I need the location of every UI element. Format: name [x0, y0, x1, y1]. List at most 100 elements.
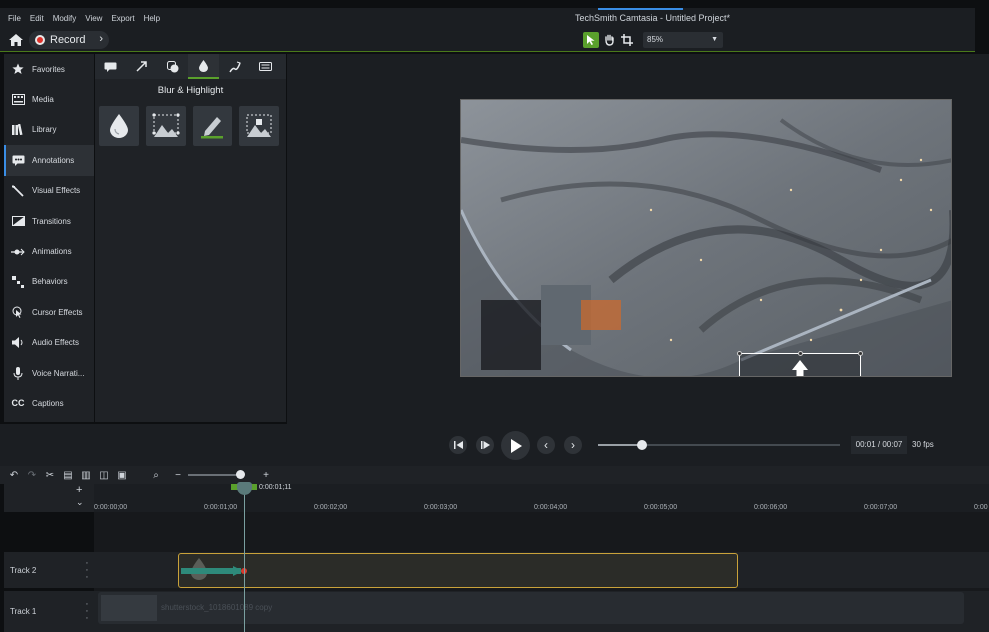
spotlight-icon[interactable]	[145, 106, 186, 146]
sidebar-item-label: Animations	[32, 247, 72, 257]
canvas-area[interactable]	[287, 54, 989, 424]
add-track-icon[interactable]: +	[76, 484, 82, 496]
video-preview[interactable]	[460, 99, 952, 377]
playhead-line	[244, 484, 245, 632]
blur-icon[interactable]	[188, 54, 219, 79]
captions-icon: CC	[11, 398, 25, 409]
menu-file[interactable]: File	[8, 14, 21, 23]
collapse-tracks-icon[interactable]: ⌄	[76, 497, 84, 508]
cut-icon[interactable]: ✂	[44, 469, 56, 481]
resize-handle[interactable]	[858, 351, 863, 356]
move-arrows-icon	[740, 354, 860, 376]
interactive-hotspot-icon[interactable]	[239, 106, 279, 146]
ruler-tick-label: 0:00:04;00	[534, 504, 568, 511]
pan-hand-icon[interactable]	[601, 32, 617, 48]
paste-icon[interactable]: ▥	[80, 469, 92, 481]
media-clip-label: shutterstock_1018601089 copy	[161, 603, 273, 612]
snapshot-icon[interactable]: ▣	[116, 469, 128, 481]
shape-icon[interactable]	[157, 54, 188, 79]
menu-view[interactable]: View	[85, 14, 102, 23]
highlight-pen-icon[interactable]	[192, 106, 233, 146]
record-label: Record	[50, 34, 86, 46]
step-forward-button[interactable]	[476, 436, 494, 454]
zoom-dropdown[interactable]: 85% ▼	[643, 32, 723, 48]
redo-icon[interactable]: ↷	[26, 469, 38, 481]
sidebar-item-behaviors[interactable]: Behaviors	[4, 267, 94, 297]
step-forward-icon	[480, 441, 490, 449]
sidebar-item-label: Behaviors	[32, 277, 68, 287]
sidebar-item-annotations[interactable]: Annotations	[4, 145, 94, 176]
resize-handle[interactable]	[737, 351, 742, 356]
menu-help[interactable]: Help	[144, 14, 160, 23]
blur-annotation-clip[interactable]	[178, 553, 738, 588]
annotations-panel: Blur & Highlight	[95, 54, 286, 422]
track-header-track-1[interactable]: Track 1 ◦ ◦ ◦	[4, 591, 94, 632]
sidebar-item-label: Cursor Effects	[32, 307, 83, 317]
sidebar-item-voice-narration[interactable]: Voice Narrati...	[4, 358, 94, 388]
copy-icon[interactable]: ▤	[62, 469, 74, 481]
play-icon	[510, 438, 522, 453]
arrow-icon[interactable]	[126, 54, 157, 79]
speaker-icon	[10, 336, 26, 350]
playhead-time: 0:00:01;11	[259, 484, 292, 491]
library-icon	[10, 123, 26, 137]
cursor-icon	[10, 305, 26, 319]
sidebar-item-captions[interactable]: CC Captions	[4, 388, 94, 418]
sidebar-item-cursor-effects[interactable]: Cursor Effects	[4, 297, 94, 327]
sidebar-item-transitions[interactable]: Transitions	[4, 206, 94, 236]
ruler-tick-label: 0:00:00;00	[94, 504, 128, 511]
ruler-tick-label: 0:00:05;00	[644, 504, 678, 511]
next-marker-button[interactable]: ›	[564, 436, 582, 454]
sidebar-item-library[interactable]: Library	[4, 115, 94, 145]
callout-icon[interactable]	[95, 54, 126, 79]
track-options-icon[interactable]: ◦ ◦ ◦	[86, 560, 88, 581]
sketch-icon[interactable]	[219, 54, 250, 79]
timeline-ruler[interactable]: 0:00:00;00 0:00:01;00 0:00:02;00 0:00:03;00…	[94, 484, 989, 512]
previous-marker-button[interactable]: ‹	[537, 436, 555, 454]
title-accent-line	[598, 8, 683, 10]
menu-modify[interactable]: Modify	[53, 14, 77, 23]
annotation-icon	[10, 153, 26, 167]
annotation-tiles	[95, 106, 286, 146]
track-header-track-2[interactable]: Track 2 ◦ ◦ ◦	[4, 552, 94, 588]
zoom-search-icon[interactable]: ⌕	[150, 469, 162, 481]
zoom-in-icon[interactable]: +	[260, 469, 272, 481]
sidebar-item-label: Annotations	[32, 155, 75, 165]
blur-drop-icon[interactable]	[99, 106, 139, 146]
media-clip[interactable]: shutterstock_1018601089 copy	[98, 592, 964, 624]
zoom-out-icon[interactable]: −	[172, 469, 184, 481]
track-options-icon[interactable]: ◦ ◦ ◦	[86, 601, 88, 622]
menu-edit[interactable]: Edit	[30, 14, 44, 23]
timeline-zoom-knob[interactable]	[235, 470, 245, 479]
sidebar-item-favorites[interactable]: Favorites	[4, 54, 94, 84]
home-icon[interactable]	[8, 33, 24, 47]
play-button[interactable]	[501, 431, 530, 460]
blur-selection-box[interactable]	[737, 351, 863, 376]
chevron-right-icon: ›	[571, 438, 575, 452]
ruler-tick-label: 0:00	[974, 504, 988, 511]
menu-export[interactable]: Export	[111, 14, 134, 23]
playback-scrubber[interactable]	[598, 440, 840, 450]
step-back-button[interactable]	[449, 436, 467, 454]
zoom-value: 85%	[647, 35, 664, 44]
sidebar-item-animations[interactable]: Animations	[4, 236, 94, 266]
sidebar-item-visual-effects[interactable]: Visual Effects	[4, 176, 94, 206]
split-icon[interactable]: ◫	[98, 469, 110, 481]
record-button[interactable]: Record ›	[29, 31, 109, 49]
sidebar-item-label: Captions	[32, 398, 64, 408]
sidebar-item-media[interactable]: Media	[4, 84, 94, 114]
microphone-icon	[10, 366, 26, 380]
blur-drop-icon	[181, 558, 247, 580]
keyboard-icon[interactable]	[250, 54, 281, 79]
resize-handle[interactable]	[798, 351, 803, 356]
select-tool-icon[interactable]	[583, 32, 599, 48]
undo-icon[interactable]: ↶	[8, 469, 20, 481]
ruler-tick-label: 0:00:07;00	[864, 504, 898, 511]
animation-icon	[10, 245, 26, 259]
sidebar-item-audio-effects[interactable]: Audio Effects	[4, 328, 94, 358]
scrubber-knob[interactable]	[636, 440, 647, 450]
crop-icon[interactable]	[619, 32, 635, 48]
record-dot-icon	[35, 35, 45, 45]
ruler-tick-label: 0:00:03;00	[424, 504, 458, 511]
sidebar: Favorites Media Library Annotations Visu…	[4, 54, 94, 422]
